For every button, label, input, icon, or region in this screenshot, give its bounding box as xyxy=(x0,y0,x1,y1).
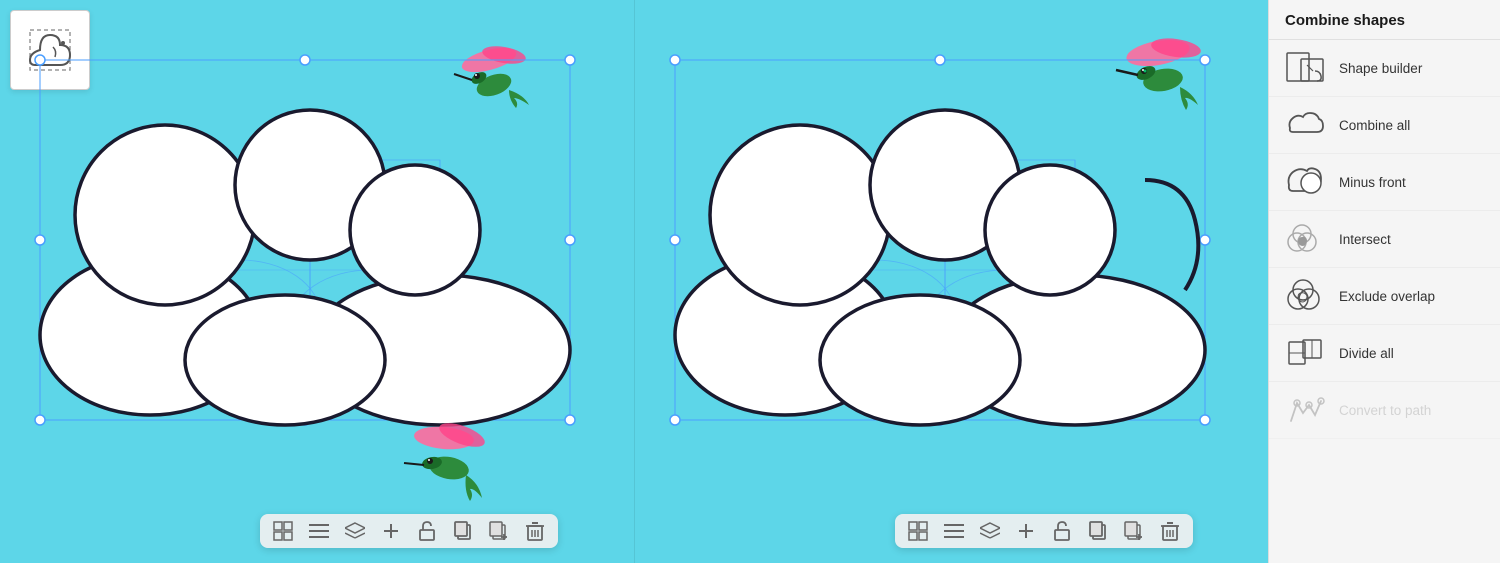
panel-title: Combine shapes xyxy=(1269,0,1500,40)
panel-item-combine-all[interactable]: Combine all xyxy=(1269,97,1500,154)
right-panel: Combine shapes Shape builder Combine all xyxy=(1268,0,1500,563)
panel-item-convert-to-path[interactable]: Convert to path xyxy=(1269,382,1500,439)
panel-item-exclude-overlap[interactable]: Exclude overlap xyxy=(1269,268,1500,325)
exclude-overlap-label: Exclude overlap xyxy=(1339,289,1435,304)
grid-icon-r[interactable] xyxy=(907,520,929,542)
copy-plus-icon[interactable] xyxy=(488,520,510,542)
unlock-icon-r[interactable] xyxy=(1051,520,1073,542)
combine-all-icon xyxy=(1285,107,1325,143)
minus-front-icon xyxy=(1285,164,1325,200)
exclude-overlap-icon xyxy=(1285,278,1325,314)
convert-to-path-label: Convert to path xyxy=(1339,403,1431,418)
convert-to-path-icon xyxy=(1285,392,1325,428)
left-canvas-panel[interactable] xyxy=(0,0,634,563)
add-icon-r[interactable] xyxy=(1015,520,1037,542)
unlock-icon[interactable] xyxy=(416,520,438,542)
bottom-toolbar-left xyxy=(260,514,558,548)
layers-icon[interactable] xyxy=(344,520,366,542)
divide-all-label: Divide all xyxy=(1339,346,1394,361)
divide-all-icon xyxy=(1285,335,1325,371)
menu-icon[interactable] xyxy=(308,520,330,542)
canvas-area xyxy=(0,0,1268,563)
panel-item-shape-builder[interactable]: Shape builder xyxy=(1269,40,1500,97)
copy-icon-r[interactable] xyxy=(1087,520,1109,542)
panel-item-divide-all[interactable]: Divide all xyxy=(1269,325,1500,382)
trash-icon[interactable] xyxy=(524,520,546,542)
trash-icon-r[interactable] xyxy=(1159,520,1181,542)
hummingbird-left-bottom xyxy=(394,403,514,513)
shape-builder-label: Shape builder xyxy=(1339,61,1422,76)
grid-icon[interactable] xyxy=(272,520,294,542)
left-cloud-svg xyxy=(20,40,600,460)
combine-all-label: Combine all xyxy=(1339,118,1410,133)
panel-item-minus-front[interactable]: Minus front xyxy=(1269,154,1500,211)
right-cloud-svg xyxy=(655,40,1235,460)
panel-item-intersect[interactable]: Intersect xyxy=(1269,211,1500,268)
bottom-toolbar-right xyxy=(895,514,1193,548)
copy-plus-icon-r[interactable] xyxy=(1123,520,1145,542)
intersect-icon xyxy=(1285,221,1325,257)
layers-icon-r[interactable] xyxy=(979,520,1001,542)
add-icon[interactable] xyxy=(380,520,402,542)
minus-front-label: Minus front xyxy=(1339,175,1406,190)
right-canvas-panel[interactable] xyxy=(634,0,1269,563)
intersect-label: Intersect xyxy=(1339,232,1391,247)
copy-icon[interactable] xyxy=(452,520,474,542)
shape-builder-icon xyxy=(1285,50,1325,86)
menu-icon-r[interactable] xyxy=(943,520,965,542)
